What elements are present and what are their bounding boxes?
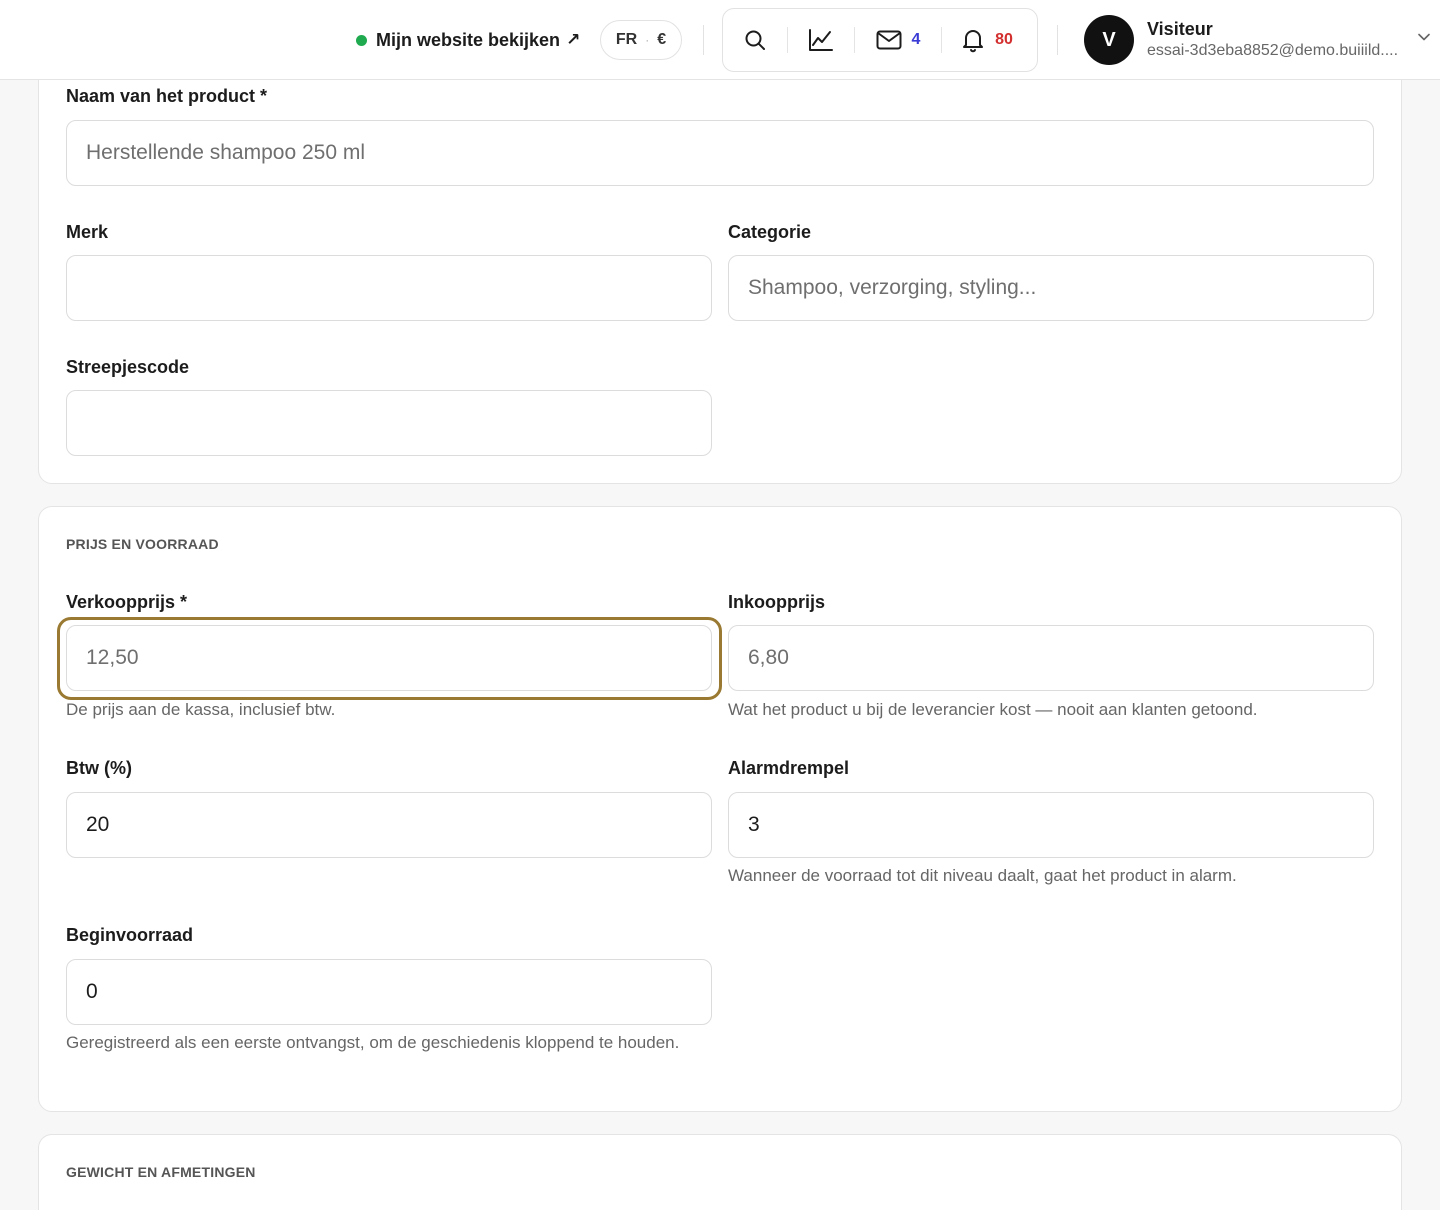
notifications-button[interactable]: 80 [942, 8, 1032, 72]
online-status-dot [356, 34, 367, 46]
sale-price-label: Verkoopprijs * [66, 592, 188, 612]
initial-stock-input[interactable] [66, 959, 712, 1025]
initial-stock-hint: Geregistreerd als een eerste ontvangst, … [66, 1033, 680, 1052]
toolbar-group: 4 80 [722, 8, 1038, 72]
view-website-label: Mijn website bekijken [376, 29, 561, 50]
avatar: V [1084, 15, 1134, 65]
search-button[interactable] [723, 8, 787, 72]
external-link-icon: ↗ [566, 30, 581, 49]
purchase-price-input[interactable] [728, 625, 1374, 691]
bell-icon [963, 30, 984, 53]
notifications-count-badge: 80 [995, 31, 1013, 48]
barcode-label: Streepjescode [66, 357, 190, 377]
purchase-price-label: Inkoopprijs [728, 592, 826, 612]
stats-button[interactable] [788, 8, 854, 72]
user-email: essai-3d3eba8852@demo.buiiild.... [1147, 42, 1399, 59]
language-currency-switcher[interactable]: FR · € [600, 20, 682, 60]
sale-price-input[interactable] [66, 625, 712, 691]
messages-button[interactable]: 4 [855, 8, 941, 72]
category-label: Categorie [728, 222, 812, 242]
alarm-threshold-label: Alarmdrempel [728, 758, 850, 778]
mail-icon [876, 30, 902, 50]
divider [703, 25, 704, 55]
divider [1057, 25, 1058, 55]
product-name-input[interactable] [66, 120, 1374, 186]
currency-symbol: € [657, 31, 667, 48]
alarm-threshold-hint: Wanneer de voorraad tot dit niveau daalt… [728, 866, 1237, 885]
product-name-label: Naam van het product * [66, 86, 268, 106]
initial-stock-label: Beginvoorraad [66, 925, 194, 945]
sale-price-hint: De prijs aan de kassa, inclusief btw. [66, 700, 336, 719]
category-input[interactable] [728, 255, 1374, 321]
purchase-price-hint: Wat het product u bij de leverancier kos… [728, 700, 1258, 719]
brand-label: Merk [66, 222, 109, 242]
search-icon [745, 30, 765, 50]
alarm-threshold-input[interactable] [728, 792, 1374, 858]
view-website-link[interactable]: Mijn website bekijken ↗ [356, 26, 580, 54]
messages-count-badge: 4 [911, 31, 921, 48]
weight-dimensions-section-title: GEWICHT EN AFMETINGEN [66, 1164, 256, 1180]
vat-label: Btw (%) [66, 758, 132, 778]
chevron-down-icon [1418, 33, 1430, 41]
language-code: FR [615, 31, 638, 48]
chart-line-icon [809, 29, 833, 51]
price-stock-section-title: PRIJS EN VOORRAAD [66, 536, 219, 552]
barcode-input[interactable] [66, 390, 712, 456]
user-name: Visiteur [1147, 19, 1213, 39]
user-menu[interactable]: V Visiteur essai-3d3eba8852@demo.buiiild… [1084, 15, 1436, 67]
brand-input[interactable] [66, 255, 712, 321]
top-bar: Mijn website bekijken ↗ FR · € 4 80 V Vi… [0, 0, 1440, 80]
vat-input[interactable] [66, 792, 712, 858]
lang-separator: · [645, 33, 650, 47]
